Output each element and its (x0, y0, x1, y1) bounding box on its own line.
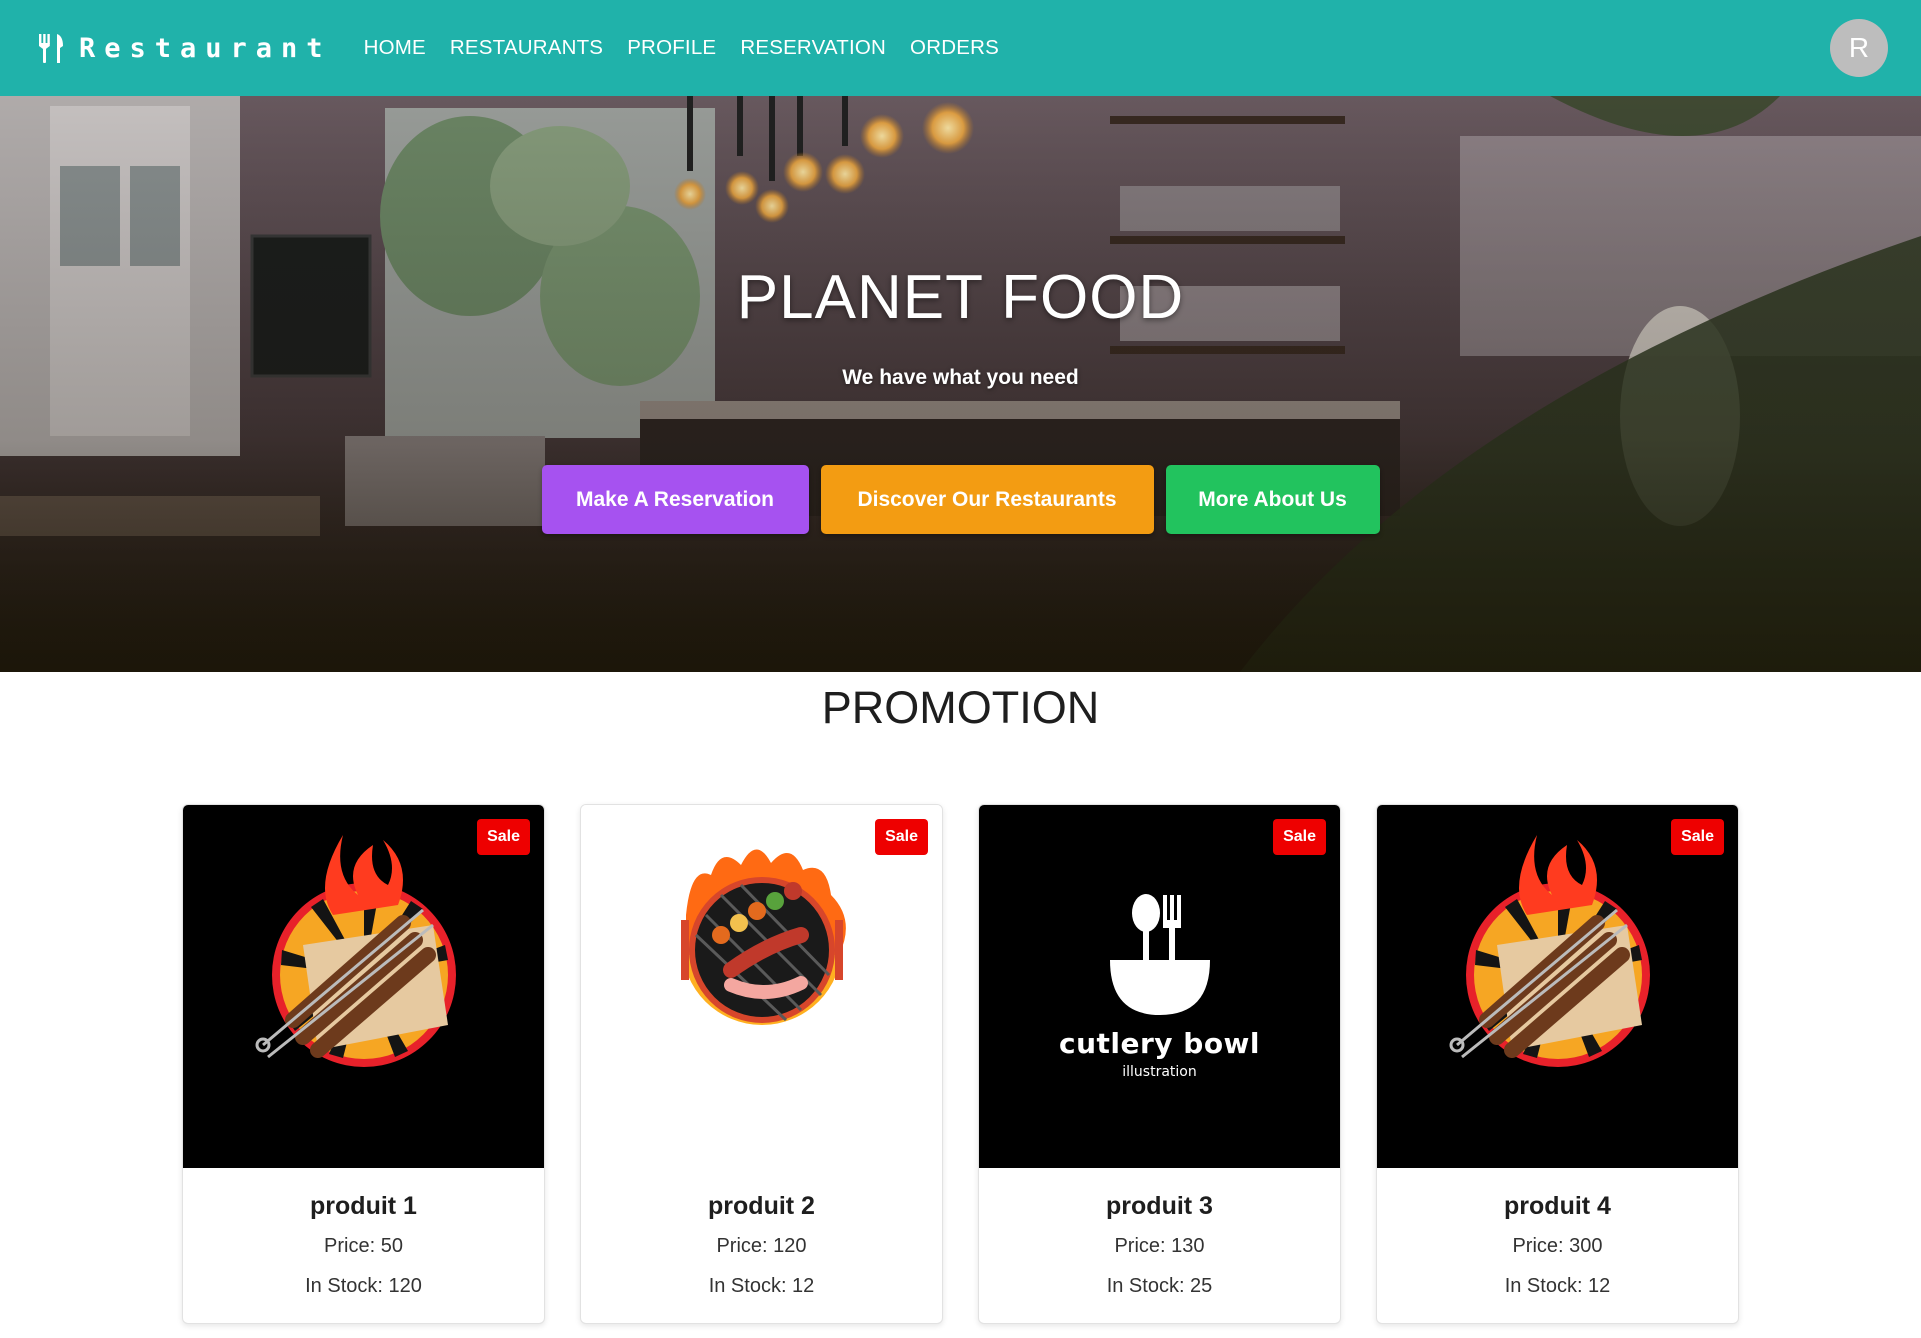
user-avatar[interactable]: R (1830, 19, 1888, 77)
cutlery-bowl-icon (1110, 894, 1210, 1015)
top-navbar: Restaurant HOME RESTAURANTS PROFILE RESE… (0, 0, 1921, 96)
product-stock: In Stock: 12 (1504, 1275, 1611, 1297)
hero-actions: Make A Reservation Discover Our Restaura… (0, 465, 1921, 534)
logo-title: cutlery bowl (1058, 1027, 1261, 1060)
sale-badge: Sale (477, 819, 530, 855)
product-card[interactable]: Sale produit 2 Price: 120 In Stock: 12 (580, 804, 943, 1324)
product-image: Sale (1377, 805, 1738, 1168)
sale-badge: Sale (1671, 819, 1724, 855)
brand-logo[interactable]: Restaurant (37, 32, 332, 64)
discover-restaurants-button[interactable]: Discover Our Restaurants (820, 465, 1154, 534)
product-image: Sale (581, 805, 942, 1168)
product-price: Price: 130 (1114, 1235, 1205, 1257)
hero-title: PLANET FOOD (736, 263, 1185, 332)
product-price: Price: 50 (324, 1235, 403, 1257)
nav-link-reservation[interactable]: RESERVATION (740, 36, 886, 60)
product-name: produit 4 (1504, 1192, 1611, 1220)
sale-badge: Sale (1273, 819, 1326, 855)
product-name: produit 1 (310, 1192, 417, 1220)
grill-skewers-icon (255, 835, 456, 1067)
hero-content: PLANET FOOD We have what you need Make A… (0, 96, 1921, 672)
promotion-cards: Sale produit 1 Price: 50 In Stock: 120 S… (182, 804, 1742, 1324)
hero-subtitle: We have what you need (842, 366, 1079, 389)
product-card[interactable]: Sale produit 1 Price: 50 In Stock: 120 (182, 804, 545, 1324)
product-price: Price: 300 (1512, 1235, 1603, 1257)
main-nav: HOME RESTAURANTS PROFILE RESERVATION ORD… (364, 36, 1023, 60)
sale-badge: Sale (875, 819, 928, 855)
product-name: produit 2 (708, 1192, 815, 1220)
fork-knife-icon (39, 34, 63, 63)
make-reservation-button[interactable]: Make A Reservation (541, 465, 809, 534)
product-stock: In Stock: 12 (708, 1275, 815, 1297)
about-us-button[interactable]: More About Us (1165, 465, 1380, 534)
brand-name: Restaurant (79, 32, 332, 64)
product-stock: In Stock: 120 (305, 1275, 422, 1297)
nav-link-restaurants[interactable]: RESTAURANTS (450, 36, 603, 60)
product-price: Price: 120 (716, 1235, 807, 1257)
grill-skewers-icon (1449, 835, 1650, 1067)
product-name: produit 3 (1106, 1192, 1213, 1220)
nav-link-home[interactable]: HOME (364, 36, 426, 60)
product-card[interactable]: cutlery bowl illustration Sale produit 3… (978, 804, 1341, 1324)
product-image: Sale (183, 805, 544, 1168)
bbq-grill-icon (681, 849, 846, 1025)
nav-link-profile[interactable]: PROFILE (627, 36, 716, 60)
product-card[interactable]: Sale produit 4 Price: 300 In Stock: 12 (1376, 804, 1739, 1324)
promotion-title: PROMOTION (821, 682, 1100, 733)
product-image: cutlery bowl illustration Sale (979, 805, 1340, 1168)
product-stock: In Stock: 25 (1106, 1275, 1213, 1297)
hero-banner: PLANET FOOD We have what you need Make A… (0, 96, 1921, 672)
nav-link-orders[interactable]: ORDERS (910, 36, 999, 60)
logo-subtitle: illustration (1122, 1064, 1197, 1080)
